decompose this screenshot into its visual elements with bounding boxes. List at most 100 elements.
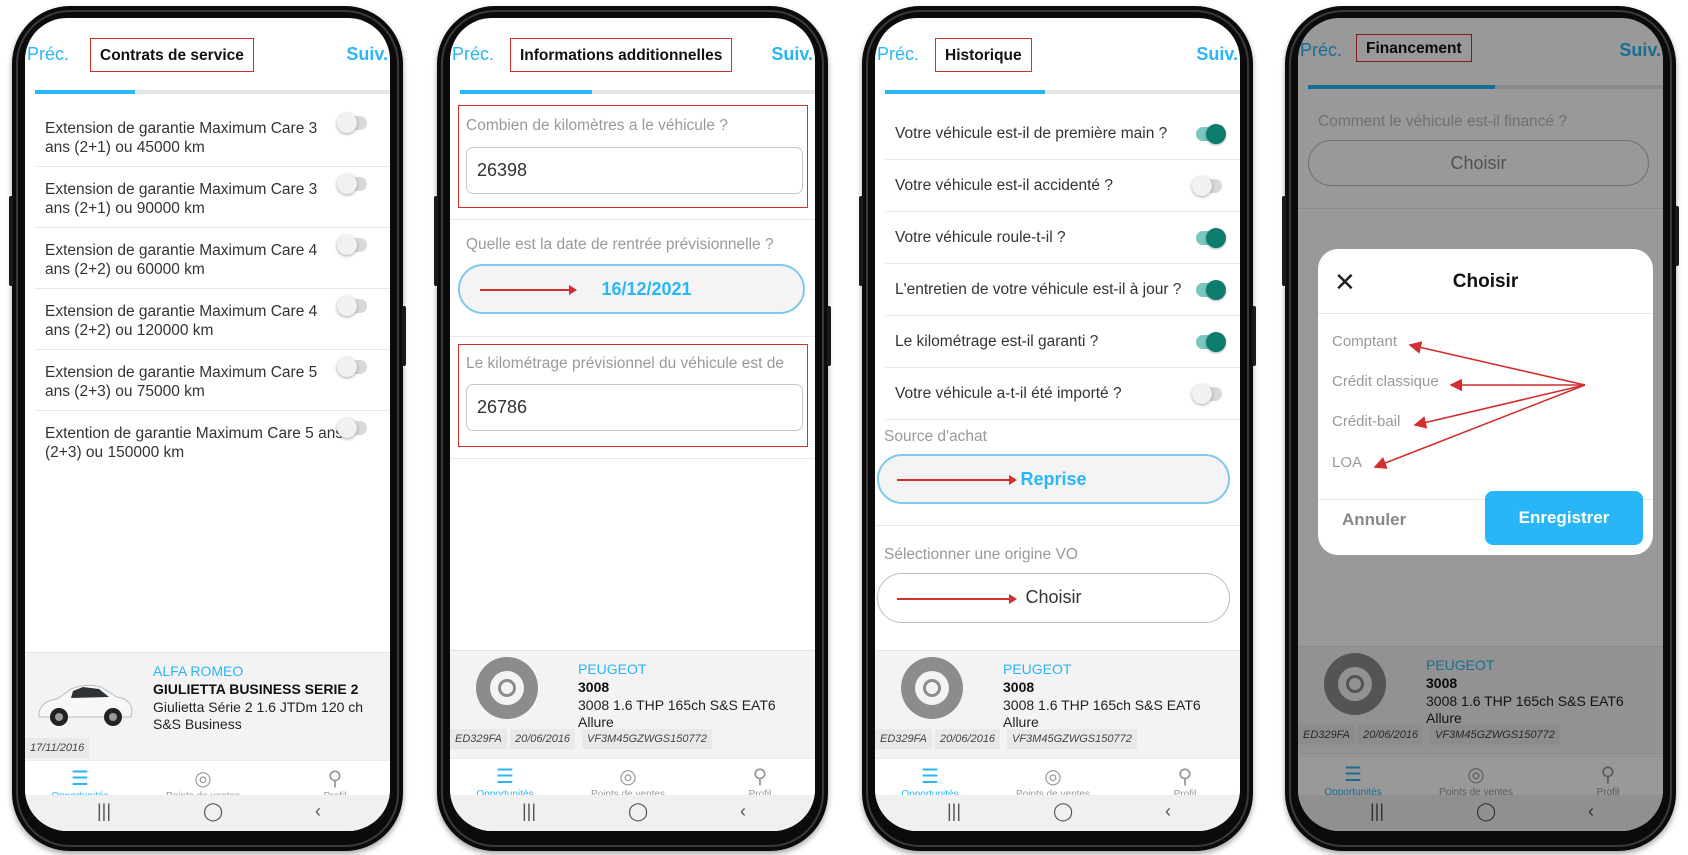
next-button[interactable]: Suiv. xyxy=(346,44,388,65)
phone-1: Préc. Contrats de service Suiv. Extensio… xyxy=(9,6,406,851)
vehicle-card[interactable]: ALFA ROMEO GIULIETTA BUSINESS SERIE 2 Gi… xyxy=(25,652,390,761)
back-icon[interactable]: ‹ xyxy=(315,801,321,822)
recent-apps-icon[interactable]: ||| xyxy=(947,801,961,822)
progress-bar xyxy=(460,90,815,94)
phone-3: Préc. Historique Suiv. Votre véhicule es… xyxy=(859,6,1256,851)
toggle-switch[interactable] xyxy=(1196,124,1226,144)
item-label: Extension de garantie Maximum Care 5 ans… xyxy=(45,364,318,400)
vehicle-vin: VF3M45GZWGS150772 xyxy=(1007,729,1137,749)
list-item[interactable]: Extension de garantie Maximum Care 5 ans… xyxy=(35,350,390,411)
back-icon[interactable]: ‹ xyxy=(740,801,746,822)
progress-bar xyxy=(885,90,1240,94)
home-icon[interactable]: ◯ xyxy=(203,801,223,822)
recent-apps-icon[interactable]: ||| xyxy=(97,801,111,822)
item-label: Extension de garantie Maximum Care 4 ans… xyxy=(45,303,318,339)
power-button xyxy=(1252,306,1256,366)
question-row[interactable]: Votre véhicule est-il de première main ? xyxy=(885,108,1240,160)
header: Préc. Historique Suiv. xyxy=(875,18,1240,78)
vehicle-brand: ALFA ROMEO xyxy=(153,663,244,679)
vehicle-date: 20/06/2016 xyxy=(935,729,1001,749)
toggle-switch[interactable] xyxy=(337,113,367,133)
divider xyxy=(450,219,815,220)
toggle-switch[interactable] xyxy=(1192,176,1222,196)
toggle-switch[interactable] xyxy=(337,235,367,255)
divider xyxy=(450,336,815,337)
person-icon: ⚲ xyxy=(752,766,768,788)
divider xyxy=(450,458,815,459)
annotation-arrow xyxy=(897,475,1017,485)
list-item[interactable]: Extension de garantie Maximum Care 4 ans… xyxy=(35,228,390,289)
location-pin-icon: ◎ xyxy=(619,766,637,788)
page-title: Contrats de service xyxy=(90,38,254,72)
question-row[interactable]: Le kilométrage est-il garanti ? xyxy=(885,316,1240,368)
cancel-button[interactable]: Annuler xyxy=(1342,510,1406,530)
save-button[interactable]: Enregistrer xyxy=(1485,491,1643,545)
toggle-switch[interactable] xyxy=(337,174,367,194)
vehicle-model: 3008 xyxy=(1003,679,1035,695)
location-pin-icon: ◎ xyxy=(1044,766,1062,788)
vehicle-card[interactable]: PEUGEOT 3008 3008 1.6 THP 165ch S&S EAT6… xyxy=(450,650,815,759)
car-image xyxy=(38,684,133,726)
list-item[interactable]: Extension de garantie Maximum Care 3 ans… xyxy=(35,167,390,228)
item-label: Extension de garantie Maximum Care 3 ans… xyxy=(45,181,318,217)
prev-button[interactable]: Préc. xyxy=(877,44,919,65)
vehicle-plate: ED329FA xyxy=(450,729,507,749)
forecast-mileage-input[interactable]: 26786 xyxy=(466,384,803,431)
progress-fill xyxy=(460,90,592,94)
vehicle-brand: PEUGEOT xyxy=(1003,661,1072,677)
page-title: Informations additionnelles xyxy=(510,38,733,72)
list-item[interactable]: Extension de garantie Maximum Care 3 ans… xyxy=(35,106,390,167)
vehicle-version: 3008 1.6 THP 165ch S&S EAT6 Allure xyxy=(1003,697,1201,730)
next-button[interactable]: Suiv. xyxy=(771,44,813,65)
item-label: Extention de garantie Maximum Care 5 ans… xyxy=(45,425,344,461)
toggle-switch[interactable] xyxy=(1196,280,1226,300)
list-item[interactable]: Extension de garantie Maximum Care 4 ans… xyxy=(35,289,390,350)
prev-button[interactable]: Préc. xyxy=(452,44,494,65)
question-label: Le kilométrage est-il garanti ? xyxy=(895,333,1099,350)
back-icon[interactable]: ‹ xyxy=(1165,801,1171,822)
phone-2: Préc. Informations additionnelles Suiv. … xyxy=(434,6,831,851)
vehicle-brand: PEUGEOT xyxy=(578,661,647,677)
vehicle-card[interactable]: PEUGEOT 3008 3008 1.6 THP 165ch S&S EAT6… xyxy=(875,650,1240,759)
field-label: Le kilométrage prévisionnel du véhicule … xyxy=(466,355,784,372)
vehicle-date: 17/11/2016 xyxy=(25,738,90,758)
annotation-arrow xyxy=(897,594,1017,604)
toggle-switch[interactable] xyxy=(1196,228,1226,248)
volume-button xyxy=(9,196,13,286)
power-button xyxy=(827,306,831,366)
system-nav-bar: ||| ◯ ‹ xyxy=(25,795,390,831)
toggle-switch[interactable] xyxy=(1192,384,1222,404)
vehicle-date: 20/06/2016 xyxy=(510,729,576,749)
question-label: Votre véhicule est-il accidenté ? xyxy=(895,177,1113,194)
toggle-switch[interactable] xyxy=(1196,332,1226,352)
question-row[interactable]: Votre véhicule roule-t-il ? xyxy=(885,212,1240,264)
toggle-switch[interactable] xyxy=(337,296,367,316)
home-icon[interactable]: ◯ xyxy=(628,801,648,822)
annotation-arrow xyxy=(480,285,577,295)
phone-4: Préc. Financement Suiv. Comment le véhic… xyxy=(1282,6,1679,851)
volume-button xyxy=(434,196,438,286)
screen-historique: Préc. Historique Suiv. Votre véhicule es… xyxy=(875,18,1240,831)
list-item[interactable]: Extention de garantie Maximum Care 5 ans… xyxy=(35,411,390,471)
question-label: Votre véhicule roule-t-il ? xyxy=(895,229,1066,246)
toggle-switch[interactable] xyxy=(337,357,367,377)
vehicle-version: 3008 1.6 THP 165ch S&S EAT6 Allure xyxy=(578,697,776,730)
field-label: Sélectionner une origine VO xyxy=(884,546,1078,563)
question-row[interactable]: Votre véhicule a-t-il été importé ? xyxy=(885,368,1240,420)
question-row[interactable]: L'entretien de votre véhicule est-il à j… xyxy=(885,264,1240,316)
screen-contrats: Préc. Contrats de service Suiv. Extensio… xyxy=(25,18,390,831)
toggle-switch[interactable] xyxy=(337,418,367,438)
next-button[interactable]: Suiv. xyxy=(1196,44,1238,65)
prev-button[interactable]: Préc. xyxy=(27,44,69,65)
mileage-input[interactable]: 26398 xyxy=(466,147,803,194)
field-label: Source d'achat xyxy=(884,428,987,445)
system-nav-bar: ||| ◯ ‹ xyxy=(875,795,1240,831)
divider xyxy=(875,525,1240,526)
home-icon[interactable]: ◯ xyxy=(1053,801,1073,822)
field-label: Combien de kilomètres a le véhicule ? xyxy=(466,117,728,134)
screen-financement: Préc. Financement Suiv. Comment le véhic… xyxy=(1298,18,1663,831)
power-button xyxy=(1675,206,1679,266)
question-row[interactable]: Votre véhicule est-il accidenté ? xyxy=(885,160,1240,212)
power-button xyxy=(402,306,406,366)
recent-apps-icon[interactable]: ||| xyxy=(522,801,536,822)
